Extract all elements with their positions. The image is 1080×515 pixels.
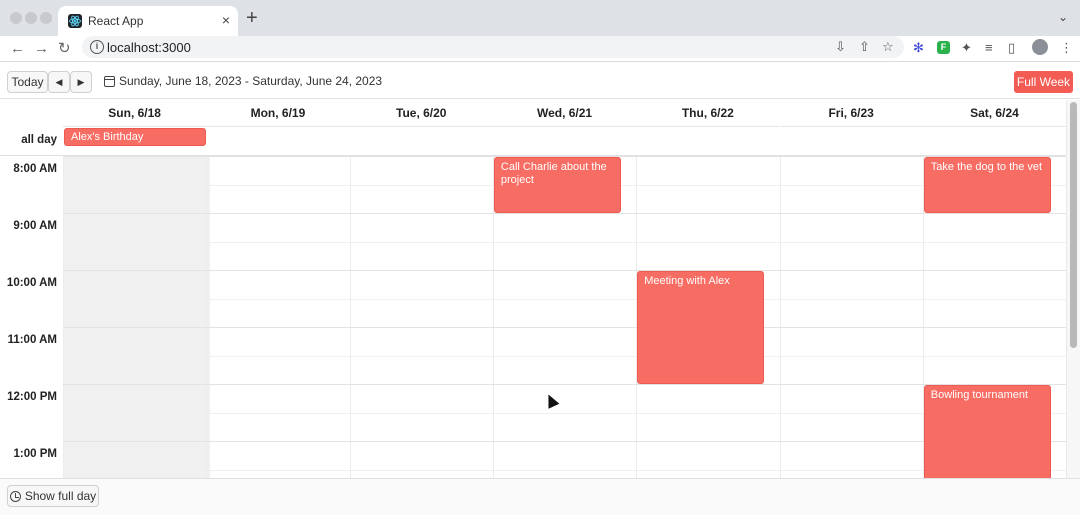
column-divider: [779, 156, 781, 478]
menu-kebab-icon[interactable]: ⋮: [1060, 40, 1073, 56]
day-header-3[interactable]: Wed, 6/21: [492, 100, 637, 127]
half-hour-gridline: [63, 355, 1066, 357]
day-header-1[interactable]: Mon, 6/19: [206, 100, 350, 127]
hour-label: 8:00 AM: [13, 163, 57, 175]
calendar-scrollbar[interactable]: [1066, 100, 1080, 478]
day-header-2[interactable]: Tue, 6/20: [349, 100, 493, 127]
forward-icon[interactable]: →: [34, 39, 49, 59]
column-divider: [63, 156, 64, 478]
window-zoom-dot[interactable]: [40, 12, 52, 24]
show-full-day-label: Show full day: [24, 489, 97, 503]
date-range-text: Sunday, June 18, 2023 - Saturday, June 2…: [119, 74, 383, 88]
extension-snowflake-icon[interactable]: ✻: [913, 40, 924, 56]
back-icon[interactable]: ←: [10, 39, 25, 59]
all-day-event[interactable]: Alex's Birthday: [64, 128, 207, 146]
week-calendar: Sun, 6/18 Mon, 6/19 Tue, 6/20 Wed, 6/21 Thu,…: [0, 100, 1080, 478]
hour-label: 1:00 PM: [13, 448, 57, 460]
scrollbar-thumb[interactable]: [1070, 102, 1077, 348]
browser-toolbar: ← → ↻ i localhost:3000 ⇩ ⇧ ☆ ✻ F ✦ ≡ ▯ ⋮: [0, 36, 1080, 62]
window-minimize-dot[interactable]: [25, 12, 37, 24]
half-hour-gridline: [63, 298, 1066, 300]
calendar-event[interactable]: Bowling tournament: [923, 385, 1052, 478]
hour-label: 10:00 AM: [6, 277, 57, 289]
calendar-event[interactable]: Take the dog to the vet: [923, 157, 1052, 213]
side-panel-icon[interactable]: ▯: [1008, 40, 1015, 56]
calendar-event[interactable]: Call Charlie about the project: [493, 157, 622, 213]
new-tab-icon[interactable]: +: [246, 6, 258, 30]
url-text[interactable]: localhost:3000: [107, 40, 191, 55]
calendar-event[interactable]: Meeting with Alex: [637, 271, 765, 384]
hour-label: 12:00 PM: [7, 391, 57, 403]
clock-icon: [9, 490, 21, 502]
date-range: Sunday, June 18, 2023 - Saturday, June 2…: [104, 74, 382, 88]
extensions-puzzle-icon[interactable]: ✦: [961, 40, 972, 56]
window-close-dot[interactable]: [10, 12, 22, 24]
calendar-footer: Show full day: [0, 478, 1080, 515]
calendar-icon: [104, 75, 115, 87]
column-divider: [206, 156, 208, 478]
next-week-button[interactable]: ▶: [70, 71, 92, 93]
tab-search-chevron-icon[interactable]: ⌄: [1058, 10, 1068, 24]
hour-label: 9:00 AM: [13, 220, 57, 232]
share-icon[interactable]: ⇧: [859, 39, 870, 55]
browser-tab-active[interactable]: React App ×: [58, 6, 238, 36]
react-favicon-icon: [68, 14, 82, 28]
bookmark-star-icon[interactable]: ☆: [882, 39, 894, 55]
hour-gridline: [63, 270, 1066, 271]
tab-title: React App: [88, 14, 144, 28]
hour-label: 11:00 AM: [7, 334, 57, 346]
half-hour-gridline: [63, 469, 1066, 471]
install-icon[interactable]: ⇩: [835, 39, 846, 55]
browser-tab-strip: React App × + ⌄: [0, 0, 1080, 36]
past-day-shade: [63, 156, 211, 478]
column-divider: [349, 156, 351, 478]
site-info-icon[interactable]: i: [90, 40, 104, 54]
hour-gridline: [63, 384, 1066, 385]
day-header-4[interactable]: Thu, 6/22: [636, 100, 780, 127]
day-header-6[interactable]: Sat, 6/24: [922, 100, 1067, 127]
address-bar[interactable]: i localhost:3000 ⇩ ⇧ ☆: [82, 36, 904, 58]
day-header-0[interactable]: Sun, 6/18: [63, 100, 207, 127]
show-full-day-button[interactable]: Show full day: [7, 485, 99, 507]
profile-avatar[interactable]: [1032, 39, 1048, 55]
extension-f-icon[interactable]: F: [937, 41, 950, 54]
time-grid[interactable]: Call Charlie about the project Take the d…: [63, 156, 1068, 478]
today-button[interactable]: Today: [7, 71, 48, 93]
prev-week-button[interactable]: ◀: [48, 71, 70, 93]
reading-list-icon[interactable]: ≡: [985, 40, 993, 56]
half-hour-gridline: [63, 241, 1066, 243]
calendar-toolbar: Today ◀ ▶ Sunday, June 18, 2023 - Saturd…: [0, 63, 1080, 99]
reload-icon[interactable]: ↻: [58, 39, 71, 59]
tab-close-icon[interactable]: ×: [222, 12, 230, 28]
hour-gridline: [63, 213, 1066, 214]
hour-gridline: [63, 327, 1066, 328]
full-week-button[interactable]: Full Week: [1014, 71, 1073, 93]
half-hour-gridline: [63, 412, 1066, 414]
all-day-label: all day: [21, 134, 57, 146]
day-header-5[interactable]: Fri, 6/23: [779, 100, 923, 127]
hour-gridline: [63, 441, 1066, 442]
